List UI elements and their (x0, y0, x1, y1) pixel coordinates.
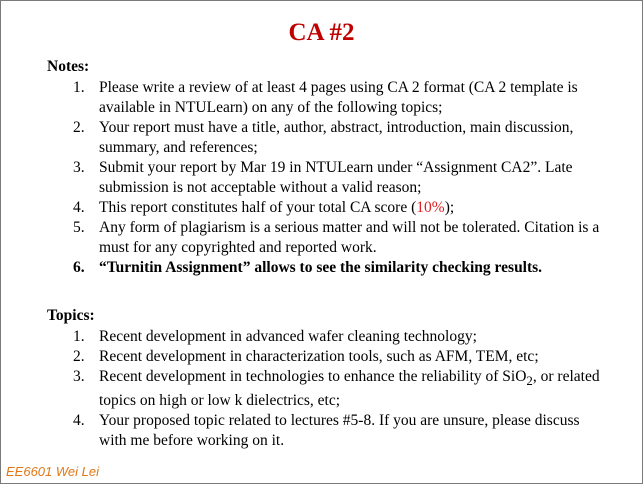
notes-item-text-before: This report constitutes half of your tot… (99, 199, 417, 216)
topics-heading: Topics: (47, 307, 95, 324)
notes-item-4: 4. This report constitutes half of your … (73, 198, 608, 218)
topics-item-4: 4. Your proposed topic related to lectur… (73, 411, 608, 451)
footer-course-author: EE6601 Wei Lei (6, 464, 99, 479)
notes-item-text: This report constitutes half of your tot… (99, 199, 454, 216)
notes-item-text: Your report must have a title, author, a… (99, 119, 574, 156)
notes-item-3: 3. Submit your report by Mar 19 in NTULe… (73, 158, 608, 198)
notes-item-text: “Turnitin Assignment” allows to see the … (99, 259, 543, 276)
notes-list: 1. Please write a review of at least 4 p… (73, 78, 608, 278)
topics-item-3: 3. Recent development in technologies to… (73, 367, 608, 411)
topics-item-text: Recent development in characterization t… (99, 348, 539, 365)
topics-item-text: Recent development in technologies to en… (99, 368, 600, 409)
topics-item-number: 2. (73, 348, 85, 365)
notes-item-text-after: ); (444, 199, 455, 216)
notes-item-5: 5. Any form of plagiarism is a serious m… (73, 218, 608, 258)
topics-item-2: 2. Recent development in characterizatio… (73, 347, 608, 367)
notes-item-1: 1. Please write a review of at least 4 p… (73, 78, 608, 118)
notes-item-number: 4. (73, 199, 85, 216)
notes-item-text: Submit your report by Mar 19 in NTULearn… (99, 159, 573, 196)
notes-item-number: 6. (73, 259, 85, 276)
topics-item-text-before: Recent development in technologies to en… (99, 368, 527, 385)
notes-item-6: 6. “Turnitin Assignment” allows to see t… (73, 258, 608, 278)
notes-item-number: 5. (73, 219, 85, 236)
slide-page: CA #2 Notes: 1. Please write a review of… (0, 0, 643, 484)
topics-list: 1. Recent development in advanced wafer … (73, 327, 608, 451)
notes-item-text: Please write a review of at least 4 page… (99, 79, 578, 116)
notes-item-number: 3. (73, 159, 85, 176)
topics-item-text: Recent development in advanced wafer cle… (99, 328, 477, 345)
topics-item-number: 1. (73, 328, 85, 345)
notes-item-number: 2. (73, 119, 85, 136)
ca-score-percentage: 10% (416, 199, 445, 216)
topics-item-1: 1. Recent development in advanced wafer … (73, 327, 608, 347)
notes-item-2: 2. Your report must have a title, author… (73, 118, 608, 158)
notes-item-number: 1. (73, 79, 85, 96)
notes-heading: Notes: (47, 58, 90, 75)
topics-item-number: 4. (73, 412, 85, 430)
topics-item-number: 3. (73, 368, 85, 385)
page-title: CA #2 (288, 19, 355, 46)
notes-item-text: Any form of plagiarism is a serious matt… (99, 219, 600, 256)
topics-item-text: Your proposed topic related to lectures … (99, 412, 580, 450)
